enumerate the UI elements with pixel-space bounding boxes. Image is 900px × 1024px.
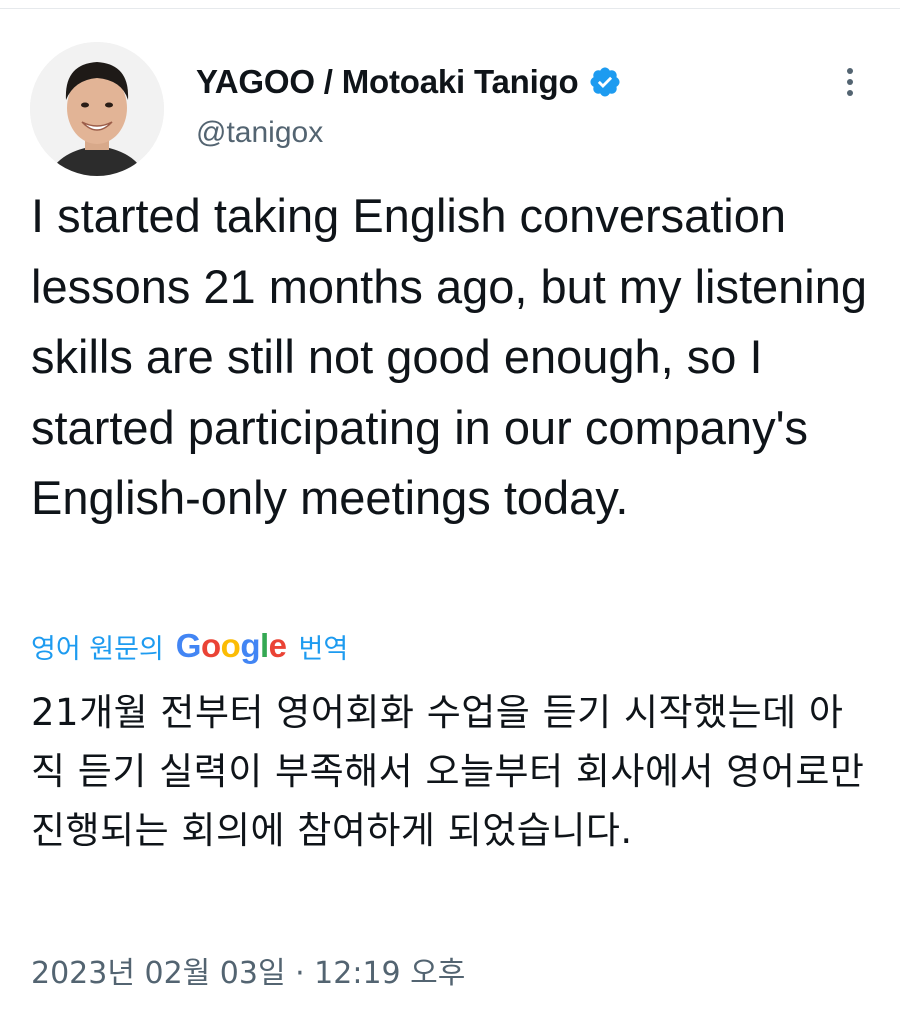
verified-badge-icon [588, 65, 622, 99]
translated-text: 21개월 전부터 영어회화 수업을 듣기 시작했는데 아직 듣기 실력이 부족해… [31, 691, 865, 852]
top-divider [0, 8, 900, 9]
translate-suffix: 번역 [298, 633, 349, 665]
tweet-timestamp[interactable]: 2023년 02월 03일 · 12:19 오후 [31, 948, 465, 992]
avatar-photo-icon [30, 42, 164, 176]
more-options-icon[interactable] [834, 60, 866, 104]
author-name-row[interactable]: YAGOO / Motoaki Tanigo [196, 60, 622, 104]
author-handle[interactable]: @tanigox [196, 116, 323, 150]
avatar[interactable] [30, 42, 164, 176]
translate-link[interactable]: 영어 원문의 Google 번역 [31, 624, 348, 668]
tweet-text: I started taking English conversation le… [31, 189, 868, 524]
translate-prefix: 영어 원문의 [31, 633, 164, 665]
author-display-name[interactable]: YAGOO / Motoaki Tanigo [196, 63, 579, 101]
google-logo: Google [175, 627, 287, 664]
